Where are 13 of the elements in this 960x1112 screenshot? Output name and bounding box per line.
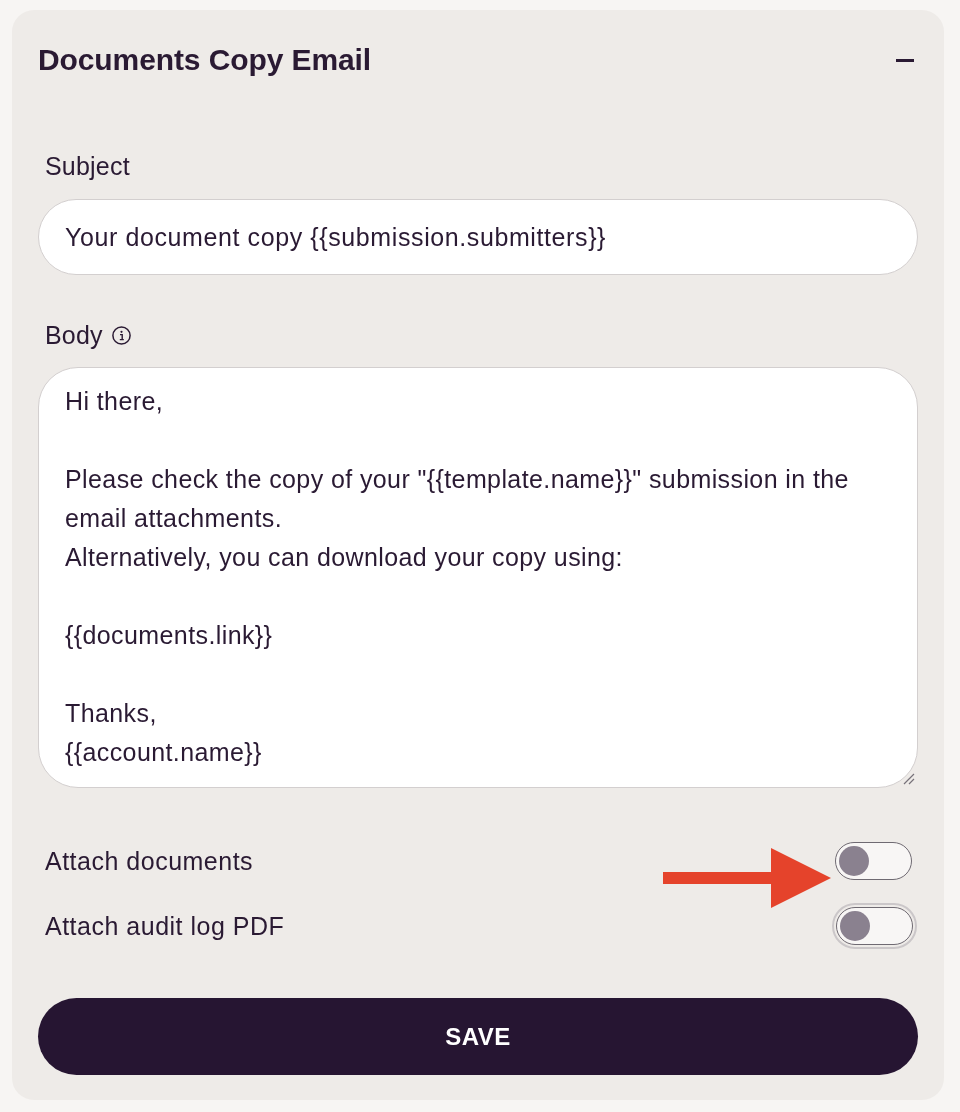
save-button[interactable]: SAVE [38, 998, 918, 1075]
toggle-switch[interactable] [831, 903, 917, 949]
toggle-label: Attach documents [45, 846, 254, 876]
subject-label: Subject [45, 152, 130, 180]
toggle-switch[interactable] [835, 842, 912, 880]
resize-handle-icon[interactable] [903, 773, 915, 785]
minus-icon[interactable] [896, 58, 914, 62]
body-field[interactable]: Hi there, Please check the copy of your "{{template.name}}" submission in the email attachments. Alternatively, you can download your copy using: {{documents.link}} Thanks, {{account.name}} [38, 367, 918, 788]
info-icon[interactable] [111, 325, 131, 345]
toggle-label: Attach audit log PDF [45, 911, 285, 941]
body-label: Body [45, 321, 103, 349]
subject-field[interactable]: Your document copy {{submission.submitters}} [38, 199, 918, 275]
panel-title: Documents Copy Email [38, 43, 372, 77]
